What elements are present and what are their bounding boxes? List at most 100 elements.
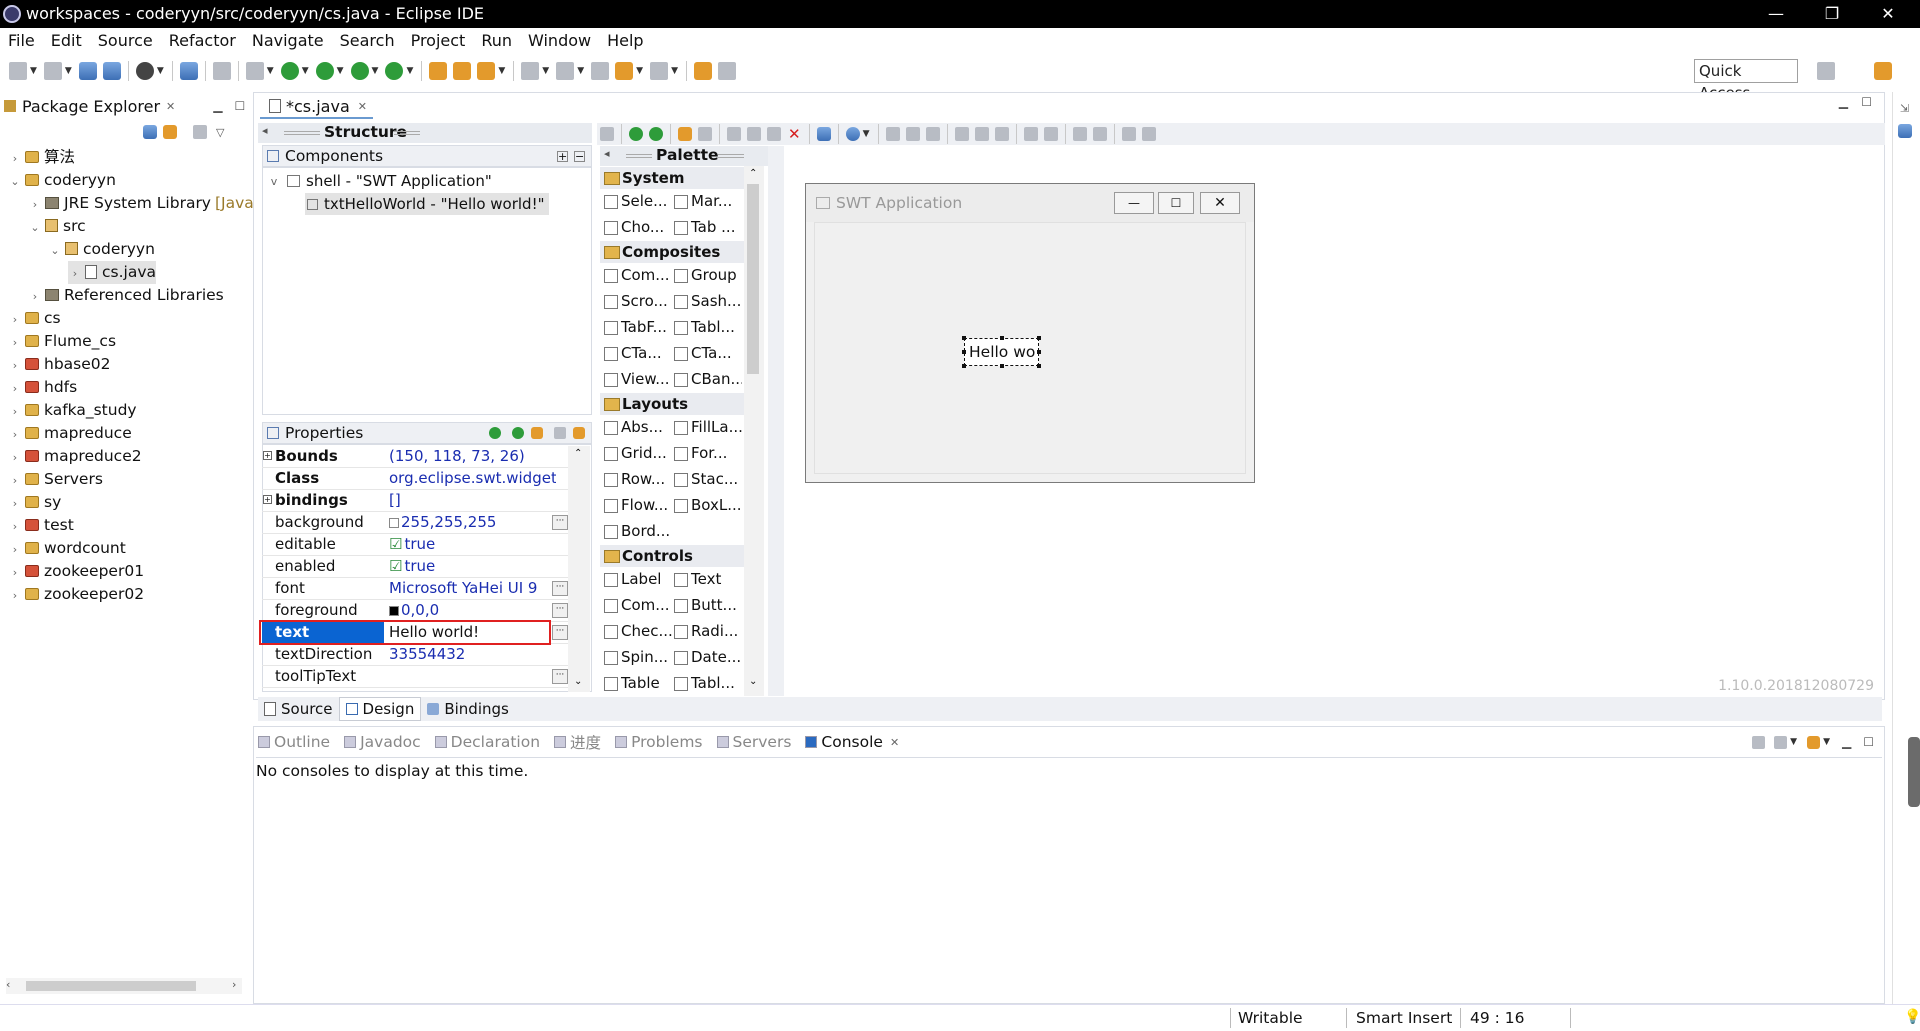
palette-item[interactable]: Abs... <box>602 416 672 438</box>
palette-item[interactable]: Bord... <box>602 520 672 542</box>
tree-item[interactable]: › zookeeper01 <box>8 560 144 583</box>
pin-console-icon[interactable] <box>1752 735 1766 749</box>
convert-local-icon[interactable] <box>531 427 543 439</box>
prev-annotation-icon[interactable] <box>556 62 575 80</box>
property-row-bindings[interactable]: + bindings[] <box>262 490 568 512</box>
collapse-structure-icon[interactable]: ◂ <box>262 124 268 137</box>
menu-window[interactable]: Window <box>520 28 599 54</box>
refresh-icon[interactable] <box>629 127 643 141</box>
same-height-icon[interactable] <box>1092 127 1107 141</box>
save-icon[interactable] <box>78 62 97 80</box>
undo-icon[interactable] <box>693 62 712 80</box>
scrollbar-thumb[interactable] <box>747 184 759 374</box>
expand-all-icon[interactable]: + <box>557 150 568 162</box>
close-button[interactable]: ✕ <box>1860 0 1916 28</box>
selection-handle[interactable] <box>962 336 966 340</box>
collapse-all-icon[interactable]: − <box>574 150 585 162</box>
run-icon[interactable] <box>280 62 299 80</box>
selection-handle[interactable] <box>962 350 966 354</box>
tree-item[interactable]: ⌄ src <box>28 215 85 238</box>
property-value[interactable]: 0,0,0 <box>386 600 556 621</box>
reparse-icon[interactable] <box>649 127 663 141</box>
look-and-feel-icon[interactable] <box>845 127 860 141</box>
palette-item[interactable]: Radi... <box>672 620 742 642</box>
menu-navigate[interactable]: Navigate <box>244 28 332 54</box>
palette-item[interactable]: Grid... <box>602 442 672 464</box>
align-top-icon[interactable] <box>954 127 969 141</box>
palette-item[interactable]: Tabl... <box>672 316 742 338</box>
menu-run[interactable]: Run <box>473 28 520 54</box>
tree-item[interactable]: › mapreduce <box>8 422 132 445</box>
horizontal-scrollbar[interactable]: ‹ › <box>6 978 242 994</box>
collapsed-arrow-icon[interactable]: › <box>8 354 22 377</box>
align-center-icon[interactable] <box>905 127 920 141</box>
tab-declaration[interactable]: Declaration <box>434 733 540 751</box>
collapsed-arrow-icon[interactable]: › <box>8 492 22 515</box>
palette-item[interactable]: FillLa... <box>672 416 742 438</box>
palette-item[interactable]: For... <box>672 442 742 464</box>
palette-scrollbar[interactable]: ⌃ ⌄ <box>744 166 764 696</box>
menu-source[interactable]: Source <box>90 28 161 54</box>
selection-handle[interactable] <box>1037 350 1041 354</box>
maximize-console-icon[interactable]: ☐ <box>1863 735 1874 749</box>
tree-item-text-widget[interactable]: txtHelloWorld - "Hello world!" <box>305 193 549 215</box>
property-value[interactable]: 33554432 <box>386 644 556 665</box>
tree-item[interactable]: › test <box>8 514 74 537</box>
selection-handle[interactable] <box>1000 364 1004 368</box>
expanded-arrow-icon[interactable]: ⌄ <box>8 170 22 193</box>
property-value[interactable]: (150, 118, 73, 26) <box>386 446 556 467</box>
menu-help[interactable]: Help <box>599 28 651 54</box>
selection-handle[interactable] <box>1037 336 1041 340</box>
new-java-project-icon[interactable] <box>429 62 448 80</box>
focus-icon[interactable] <box>193 125 207 139</box>
palette-item[interactable]: Stac... <box>672 468 742 490</box>
source-tab[interactable]: Source <box>258 697 339 721</box>
properties-scrollbar[interactable]: ⌃ ⌄ <box>568 446 590 692</box>
property-value[interactable]: ☑ true <box>386 556 556 577</box>
scroll-right-icon[interactable]: › <box>232 978 236 991</box>
property-value[interactable]: [] <box>386 490 556 511</box>
scrollbar-thumb[interactable] <box>26 981 196 991</box>
palette-item[interactable]: Sele... <box>602 190 672 212</box>
save-all-icon[interactable] <box>102 62 121 80</box>
palette-item[interactable]: Label <box>602 568 672 590</box>
scroll-up-icon[interactable]: ⌃ <box>574 448 582 459</box>
checkbox-icon[interactable]: ☑ <box>389 535 402 553</box>
tree-item[interactable]: › hdfs <box>8 376 77 399</box>
design-tab[interactable]: Design <box>338 697 422 721</box>
scroll-indicator[interactable] <box>1908 737 1920 807</box>
menu-search[interactable]: Search <box>332 28 403 54</box>
palette-item[interactable]: Group <box>672 264 742 286</box>
new-package-icon[interactable] <box>453 62 472 80</box>
link-with-editor-icon[interactable] <box>163 125 177 139</box>
expanded-arrow-icon[interactable]: ⌄ <box>48 239 62 262</box>
restore-button[interactable]: ❐ <box>1804 0 1860 28</box>
palette-item[interactable]: Chec... <box>602 620 672 642</box>
collapsed-arrow-icon[interactable]: › <box>28 285 42 308</box>
show-events-icon[interactable] <box>489 427 501 439</box>
property-row-tooltiptext[interactable]: toolTipText ··· <box>262 666 568 688</box>
center-horizontal-icon[interactable] <box>1121 127 1136 141</box>
restore-icon[interactable]: ⇲ <box>1900 102 1909 115</box>
palette-category-controls[interactable]: Controls <box>600 545 744 567</box>
palette-item[interactable]: Flow... <box>602 494 672 516</box>
tree-item[interactable]: › wordcount <box>8 537 126 560</box>
palette-category-composites[interactable]: Composites <box>600 241 744 263</box>
new-icon[interactable] <box>9 62 27 80</box>
quick-access-field[interactable]: Quick Access <box>1694 59 1798 102</box>
collapsed-arrow-icon[interactable]: › <box>8 377 22 400</box>
tree-item[interactable]: › hbase02 <box>8 353 111 376</box>
tree-item[interactable]: ⌄ coderyyn <box>48 238 155 261</box>
collapsed-arrow-icon[interactable]: › <box>8 584 22 607</box>
run-last-icon[interactable] <box>385 62 404 80</box>
collapsed-arrow-icon[interactable]: › <box>8 308 22 331</box>
palette-category-system[interactable]: System <box>600 167 744 189</box>
undo-design-icon[interactable] <box>678 127 692 141</box>
palette-item[interactable]: CTa... <box>672 342 742 364</box>
collapsed-arrow-icon[interactable]: › <box>8 446 22 469</box>
menu-project[interactable]: Project <box>403 28 474 54</box>
palette-item[interactable]: Com... <box>602 594 672 616</box>
property-value[interactable]: Microsoft YaHei UI 9 <box>386 578 556 599</box>
property-row-text[interactable]: text Hello world! ··· <box>259 620 568 645</box>
copy-icon[interactable] <box>747 127 761 141</box>
